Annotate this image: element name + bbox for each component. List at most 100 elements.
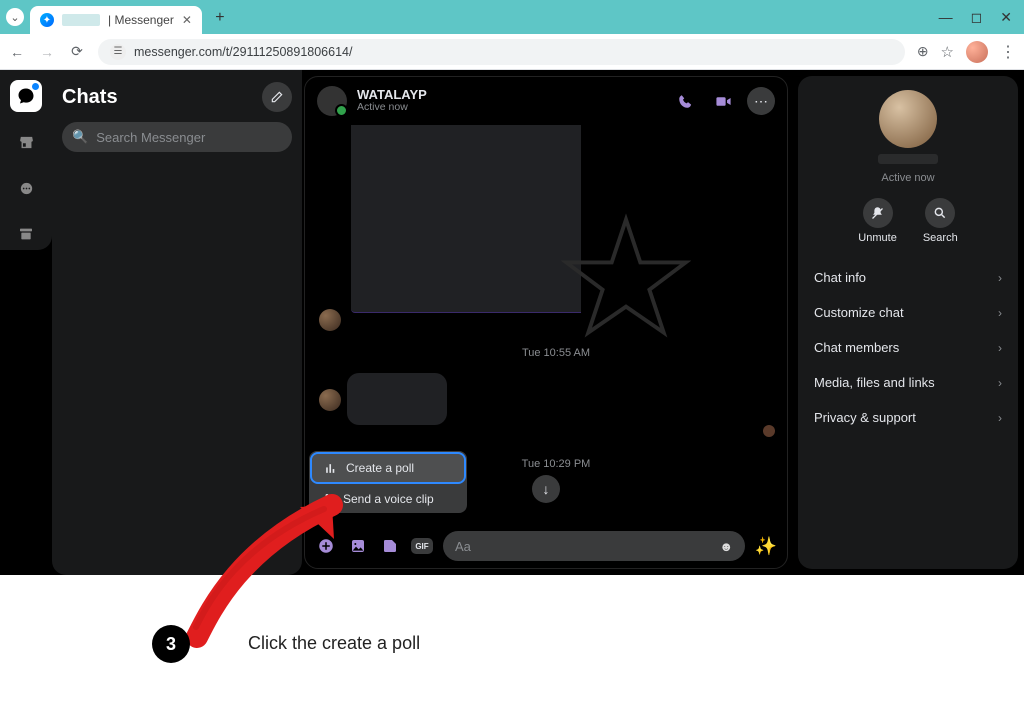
chrome-menu-icon[interactable]: ⋮ <box>1000 42 1016 62</box>
message-input[interactable]: Aa ☻ <box>443 531 745 561</box>
conversation-title: WATALAYP <box>357 88 427 102</box>
rail-requests-icon[interactable] <box>10 172 42 204</box>
browser-tab[interactable]: ✦ | Messenger ✕ <box>30 6 202 34</box>
more-actions-button[interactable] <box>315 535 337 557</box>
action-label: Unmute <box>858 232 897 244</box>
attach-media-icon[interactable] <box>347 535 369 557</box>
url-text: messenger.com/t/29111250891806614/ <box>134 45 352 59</box>
messenger-favicon-icon: ✦ <box>40 13 54 27</box>
video-call-icon[interactable] <box>709 87 737 115</box>
password-key-icon[interactable]: ⊕ <box>917 43 929 60</box>
search-input[interactable]: 🔍 Search Messenger <box>62 122 292 152</box>
conversation-info-panel: Active now Unmute Search Chat info <box>798 76 1018 569</box>
annotation-caption: Click the create a poll <box>248 633 420 654</box>
browser-toolbar: ← → ⟳ ☰ messenger.com/t/2911125089180661… <box>0 34 1024 70</box>
tab-title: | Messenger <box>108 13 174 27</box>
message-placeholder: Aa <box>455 539 471 554</box>
sender-avatar[interactable] <box>319 389 341 411</box>
section-media-files[interactable]: Media, files and links › <box>798 365 1018 400</box>
site-info-icon[interactable]: ☰ <box>110 44 126 60</box>
tab-dropdown[interactable]: ⌄ <box>6 8 24 26</box>
new-tab-button[interactable]: + <box>208 6 232 30</box>
section-privacy-support[interactable]: Privacy & support › <box>798 400 1018 435</box>
tab-strip: ⌄ ✦ | Messenger ✕ + — ◻ ✕ <box>0 0 1024 34</box>
window-close-icon[interactable]: ✕ <box>1000 9 1012 26</box>
nav-forward-icon[interactable]: → <box>38 43 56 61</box>
action-label: Search <box>923 232 958 244</box>
bookmark-star-icon[interactable]: ☆ <box>941 43 954 61</box>
info-status: Active now <box>881 172 934 184</box>
voice-clip-option[interactable]: Send a voice clip <box>309 485 467 513</box>
chats-sidebar: Chats 🔍 Search Messenger <box>52 70 302 575</box>
messages-area[interactable]: Tue 10:55 AM Tue 10:29 PM ↓ Create a pol… <box>305 125 787 524</box>
star-decoration <box>561 213 691 343</box>
window-controls: — ◻ ✕ <box>939 9 1024 26</box>
chevron-right-icon: › <box>998 306 1002 320</box>
message-redacted <box>347 373 447 425</box>
section-label: Privacy & support <box>814 410 916 425</box>
timestamp: Tue 10:55 AM <box>315 347 787 359</box>
window-minimize-icon[interactable]: — <box>939 9 953 26</box>
composer: GIF Aa ☻ ✨ <box>305 524 787 568</box>
tab-title-redacted <box>62 14 100 26</box>
info-name-redacted <box>878 154 938 164</box>
conversation-avatar[interactable] <box>317 86 347 116</box>
mute-icon <box>863 198 893 228</box>
section-label: Chat info <box>814 270 866 285</box>
info-avatar[interactable] <box>879 90 937 148</box>
poll-icon <box>322 462 338 475</box>
messenger-app: Chats 🔍 Search Messenger WATALAYP Active… <box>0 70 1024 575</box>
window-maximize-icon[interactable]: ◻ <box>971 9 983 26</box>
section-customize-chat[interactable]: Customize chat › <box>798 295 1018 330</box>
conversation-info-icon[interactable]: ⋯ <box>747 87 775 115</box>
more-actions-popup: Create a poll Send a voice clip <box>309 451 467 513</box>
media-message-redacted <box>351 125 581 313</box>
rail-marketplace-icon[interactable] <box>10 126 42 158</box>
search-placeholder: Search Messenger <box>96 130 205 145</box>
tab-close-icon[interactable]: ✕ <box>182 13 192 27</box>
send-reaction-icon[interactable]: ✨ <box>755 535 777 557</box>
seen-indicator-avatar <box>763 425 775 437</box>
conversation-panel: WATALAYP Active now ⋯ Tue 10:55 AM <box>304 76 788 569</box>
section-label: Chat members <box>814 340 899 355</box>
chevron-right-icon: › <box>998 411 1002 425</box>
instruction-annotation: 3 Click the create a poll <box>0 565 1024 725</box>
sticker-icon[interactable] <box>379 535 401 557</box>
search-action[interactable]: Search <box>923 198 958 244</box>
rail-chats-icon[interactable] <box>10 80 42 112</box>
chevron-right-icon: › <box>998 376 1002 390</box>
gif-button[interactable]: GIF <box>411 538 433 554</box>
chat-area: WATALAYP Active now ⋯ Tue 10:55 AM <box>302 70 1024 575</box>
section-label: Media, files and links <box>814 375 935 390</box>
search-icon: 🔍 <box>72 129 88 145</box>
step-number: 3 <box>166 634 176 655</box>
conversation-status: Active now <box>357 102 427 114</box>
mic-icon <box>319 493 335 505</box>
compose-button[interactable] <box>262 82 292 112</box>
section-chat-info[interactable]: Chat info › <box>798 260 1018 295</box>
browser-frame: ⌄ ✦ | Messenger ✕ + — ◻ ✕ ← → ⟳ ☰ messen… <box>0 0 1024 70</box>
nav-reload-icon[interactable]: ⟳ <box>68 43 86 61</box>
rail-archive-icon[interactable] <box>10 218 42 250</box>
scroll-down-button[interactable]: ↓ <box>532 475 560 503</box>
chevron-right-icon: › <box>998 271 1002 285</box>
popup-item-label: Send a voice clip <box>343 492 434 506</box>
section-chat-members[interactable]: Chat members › <box>798 330 1018 365</box>
profile-avatar-icon[interactable] <box>966 41 988 63</box>
search-icon <box>925 198 955 228</box>
info-sections: Chat info › Customize chat › Chat member… <box>798 260 1018 435</box>
chevron-right-icon: › <box>998 341 1002 355</box>
url-bar[interactable]: ☰ messenger.com/t/29111250891806614/ <box>98 39 905 65</box>
nav-rail <box>0 70 52 250</box>
conversation-header: WATALAYP Active now ⋯ <box>305 77 787 125</box>
section-label: Customize chat <box>814 305 904 320</box>
create-poll-option[interactable]: Create a poll <box>312 454 464 482</box>
unmute-action[interactable]: Unmute <box>858 198 897 244</box>
emoji-icon[interactable]: ☻ <box>719 539 733 554</box>
popup-item-label: Create a poll <box>346 461 414 475</box>
sender-avatar[interactable] <box>319 309 341 331</box>
voice-call-icon[interactable] <box>671 87 699 115</box>
sidebar-title: Chats <box>62 86 118 109</box>
nav-back-icon[interactable]: ← <box>8 43 26 61</box>
step-badge: 3 <box>152 625 190 663</box>
